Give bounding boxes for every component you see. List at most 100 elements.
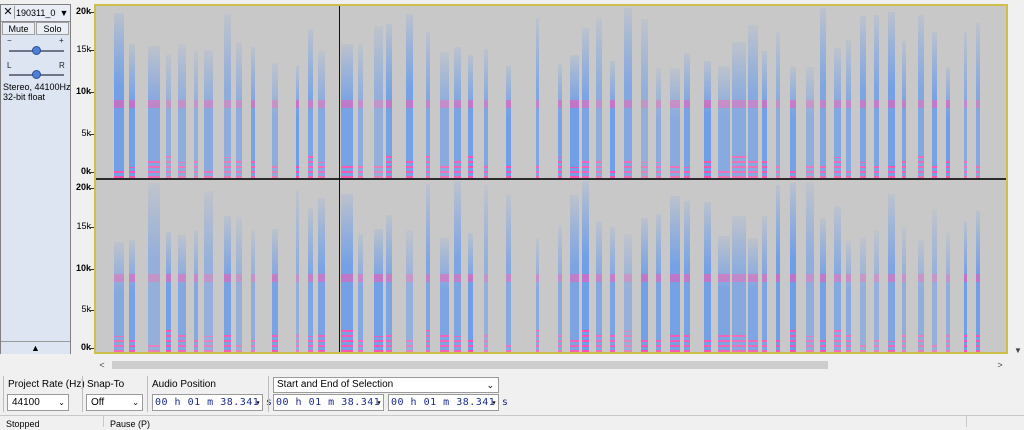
audio-position-label: Audio Position: [152, 379, 216, 390]
collapse-track-button[interactable]: ▲: [1, 341, 70, 354]
scrollbar-thumb[interactable]: [112, 361, 828, 369]
spectrogram-low-band: [386, 334, 392, 352]
toolbar-separator: [147, 376, 148, 412]
spectrogram-burst: [732, 42, 746, 178]
spectrogram-burst: [224, 216, 231, 352]
toolbar-separator: [268, 376, 269, 412]
ruler-label: 15k: [76, 44, 91, 54]
spectrogram-harmonic-band: [641, 274, 648, 282]
ruler-label: 0k: [80, 166, 91, 176]
spectrogram-channel-left[interactable]: [96, 6, 1006, 178]
spectrogram-harmonic-band: [776, 274, 780, 282]
spectrogram-burst: [964, 221, 967, 352]
spectrogram-burst: [308, 208, 313, 352]
snap-to-value: Off: [91, 397, 105, 408]
spectrogram-low-band: [178, 162, 186, 178]
spectrogram-harmonic-band: [790, 274, 796, 282]
selection-end-time[interactable]: 00 h 01 m 38.341 s ▾: [388, 394, 508, 411]
spectrogram-burst: [846, 241, 851, 352]
mute-button[interactable]: Mute: [2, 22, 35, 35]
spectrogram-harmonic-band: [454, 100, 461, 108]
spectrogram-low-band: [946, 334, 950, 352]
ruler-label: 5k: [81, 128, 91, 138]
horizontal-scrollbar[interactable]: < >: [95, 358, 1009, 372]
toolbar-separator: [82, 376, 83, 412]
scroll-right-arrow[interactable]: >: [993, 358, 1007, 372]
time-format-menu-icon[interactable]: ▾: [256, 395, 261, 410]
spectrogram-burst: [536, 238, 539, 352]
pan-slider-knob[interactable]: [32, 70, 41, 79]
scroll-left-arrow[interactable]: <: [95, 358, 109, 372]
spectrogram-low-band: [732, 332, 746, 352]
selection-start-time[interactable]: 00 h 01 m 38.341 s ▾: [273, 394, 393, 411]
chevron-down-icon[interactable]: ▼: [59, 6, 69, 20]
spectrogram-burst: [386, 24, 392, 178]
spectrogram-low-band: [386, 156, 392, 178]
spectrogram-low-band: [776, 338, 780, 352]
spectrogram-low-band: [536, 163, 539, 178]
spectrogram-low-band: [570, 337, 579, 352]
track-title-bar: ✕ 190311_05 ▼: [1, 5, 70, 22]
spectrogram-burst: [860, 16, 866, 178]
spectrogram-burst: [178, 44, 186, 178]
spectrogram-harmonic-band: [976, 274, 980, 282]
scroll-down-arrow[interactable]: ▼: [1012, 345, 1024, 357]
spectrogram-low-band: [224, 334, 231, 352]
time-format-menu-icon[interactable]: ▾: [377, 395, 382, 410]
spectrogram-low-band: [670, 166, 680, 178]
spectrogram-harmonic-band: [386, 100, 392, 108]
spectrogram-harmonic-band: [932, 274, 937, 282]
snap-to-select[interactable]: Off ⌄: [86, 394, 143, 411]
spectrogram-low-band: [426, 155, 430, 178]
vertical-scrollbar[interactable]: [1012, 4, 1024, 354]
spectrogram-harmonic-band: [341, 100, 353, 108]
spectrogram-harmonic-band: [236, 100, 242, 108]
track-format-info: Stereo, 44100Hz 32-bit float: [3, 82, 71, 102]
toolbar-grabber[interactable]: [3, 376, 4, 412]
spectrogram-low-band: [718, 168, 730, 178]
spectrogram-low-band: [762, 340, 767, 352]
spectrogram-channel-right[interactable]: [96, 180, 1006, 352]
selection-toolbar: Project Rate (Hz) 44100 ⌄ Snap-To Off ⌄ …: [0, 374, 1024, 414]
spectrogram-harmonic-band: [718, 100, 730, 108]
spectrogram-low-band: [596, 158, 602, 178]
selection-mode-select[interactable]: Start and End of Selection ⌄: [273, 377, 499, 393]
spectrogram-harmonic-band: [440, 274, 449, 282]
spectrogram-view[interactable]: [94, 4, 1008, 354]
spectrogram-burst: [762, 51, 767, 178]
spectrogram-harmonic-band: [684, 274, 690, 282]
spectrogram-burst: [776, 32, 780, 178]
spectrogram-harmonic-band: [656, 274, 661, 282]
spectrogram-harmonic-band: [224, 100, 231, 108]
spectrogram-low-band: [846, 333, 851, 352]
spectrogram-burst: [932, 32, 937, 178]
spectrogram-burst: [114, 13, 124, 178]
gain-slider-knob[interactable]: [32, 46, 41, 55]
spectrogram-harmonic-band: [946, 274, 950, 282]
time-format-menu-icon[interactable]: ▾: [492, 395, 497, 410]
spectrogram-low-band: [468, 155, 473, 178]
spectrogram-low-band: [426, 330, 430, 352]
spectrogram-burst: [902, 227, 906, 352]
spectrogram-harmonic-band: [964, 274, 967, 282]
spectrogram-burst: [558, 64, 562, 178]
spectrogram-harmonic-band: [251, 274, 255, 282]
project-rate-select[interactable]: 44100 ⌄: [7, 394, 69, 411]
spectrogram-harmonic-band: [806, 100, 814, 108]
status-separator: [966, 416, 967, 427]
spectrogram-burst: [776, 185, 780, 352]
ruler-label: 15k: [76, 221, 91, 231]
frequency-ruler[interactable]: 20k 15k 10k 5k 0k 20k 15k 10k 5k 0k: [72, 4, 94, 354]
spectrogram-low-band: [318, 162, 325, 178]
spectrogram-burst: [718, 66, 730, 178]
spectrogram-burst: [806, 67, 814, 178]
spectrogram-burst: [874, 15, 879, 178]
spectrogram-harmonic-band: [834, 274, 841, 282]
audio-position-time[interactable]: 00 h 01 m 38.341 s ▾: [152, 394, 272, 411]
track-name-menu[interactable]: 190311_05: [16, 6, 56, 20]
spectrogram-burst: [440, 238, 449, 352]
close-track-button[interactable]: ✕: [2, 6, 15, 19]
spectrogram-harmonic-band: [624, 100, 632, 108]
spectrogram-burst: [684, 53, 690, 178]
solo-button[interactable]: Solo: [36, 22, 69, 35]
